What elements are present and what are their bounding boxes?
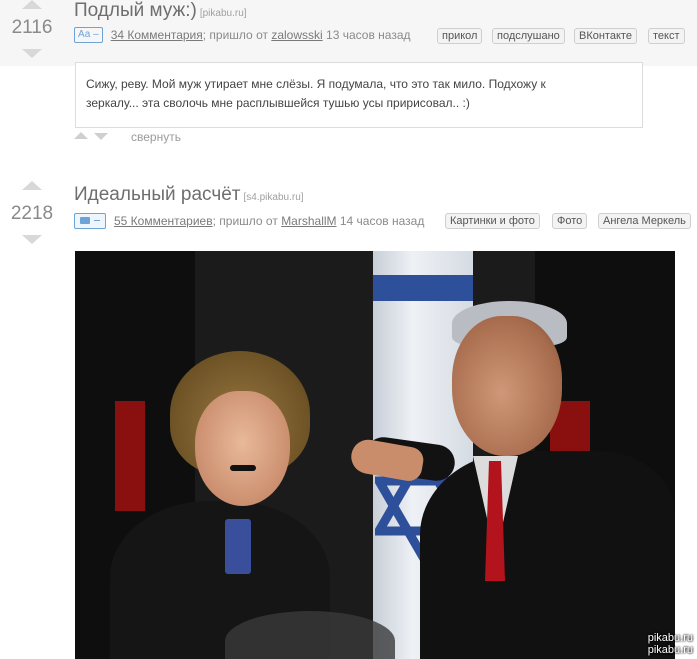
post-time: 14 часов назад — [339, 214, 425, 228]
collapse-link[interactable]: свернуть — [131, 130, 181, 144]
tag-angela-merkel[interactable]: Ангела Меркель — [598, 213, 691, 229]
watermark: pikabu.ru — [647, 644, 693, 656]
photo-man-body — [420, 451, 675, 659]
comments-link[interactable]: 34 Комментария — [111, 28, 203, 42]
author-link[interactable]: zalowsski — [271, 28, 322, 42]
post-source: [s4.pikabu.ru] — [243, 192, 304, 203]
post-meta: Аа – 34 Комментария ; пришло от zalowssk… — [74, 27, 411, 43]
camera-icon — [80, 217, 90, 224]
watermark: pikabu.ru — [647, 632, 693, 644]
dash-icon — [94, 220, 100, 221]
story-line: Сижу, реву. Мой муж утирает мне слёзы. Я… — [86, 77, 546, 91]
post-time: 13 часов назад — [326, 28, 411, 42]
mini-upvote-icon[interactable] — [74, 132, 88, 139]
author-link[interactable]: MarshallM — [281, 214, 336, 228]
tag-tekst[interactable]: текст — [648, 28, 685, 44]
via-text: ; пришло от — [212, 214, 278, 228]
photo-woman-face — [195, 391, 290, 506]
photo-post-badge — [74, 213, 106, 229]
photo-drawn-mustache — [230, 465, 256, 471]
post-rating: 2116 — [11, 17, 53, 38]
tag-prikol[interactable]: прикол — [437, 28, 483, 44]
mini-downvote-icon[interactable] — [94, 133, 108, 140]
tag-vkontakte[interactable]: ВКонтакте — [574, 28, 637, 44]
tag-kartinki-i-foto[interactable]: Картинки и фото — [445, 213, 540, 229]
upvote-icon[interactable] — [22, 181, 42, 190]
story-line: зеркалу... эта сволочь мне расплывшейся … — [86, 96, 470, 110]
photo-red-drape — [115, 401, 145, 511]
post-rating: 2218 — [10, 203, 54, 224]
post-title-text[interactable]: Идеальный расчёт — [74, 184, 241, 205]
post-title[interactable]: Подлый муж:) [pikabu.ru] — [74, 0, 247, 22]
post-meta: 55 Комментариев ; пришло от MarshallM 14… — [74, 213, 424, 229]
post-title-text[interactable]: Подлый муж:) — [74, 0, 197, 21]
post-source: [pikabu.ru] — [199, 8, 247, 19]
upvote-icon[interactable] — [22, 0, 42, 9]
text-post-badge: Аа – — [74, 27, 103, 43]
post-title[interactable]: Идеальный расчёт [s4.pikabu.ru] — [74, 184, 304, 206]
post-photo[interactable] — [75, 251, 675, 659]
tag-podslushano[interactable]: подслушано — [492, 28, 565, 44]
via-text: ; пришло от — [202, 28, 268, 42]
comments-link[interactable]: 55 Комментариев — [114, 214, 213, 228]
photo-woman-blouse — [225, 519, 251, 574]
flag-stripe — [373, 275, 473, 301]
downvote-icon[interactable] — [22, 235, 42, 244]
post-story: Сижу, реву. Мой муж утирает мне слёзы. Я… — [75, 62, 643, 128]
tag-foto[interactable]: Фото — [552, 213, 588, 229]
downvote-icon[interactable] — [22, 49, 42, 58]
photo-man-head — [452, 316, 562, 456]
